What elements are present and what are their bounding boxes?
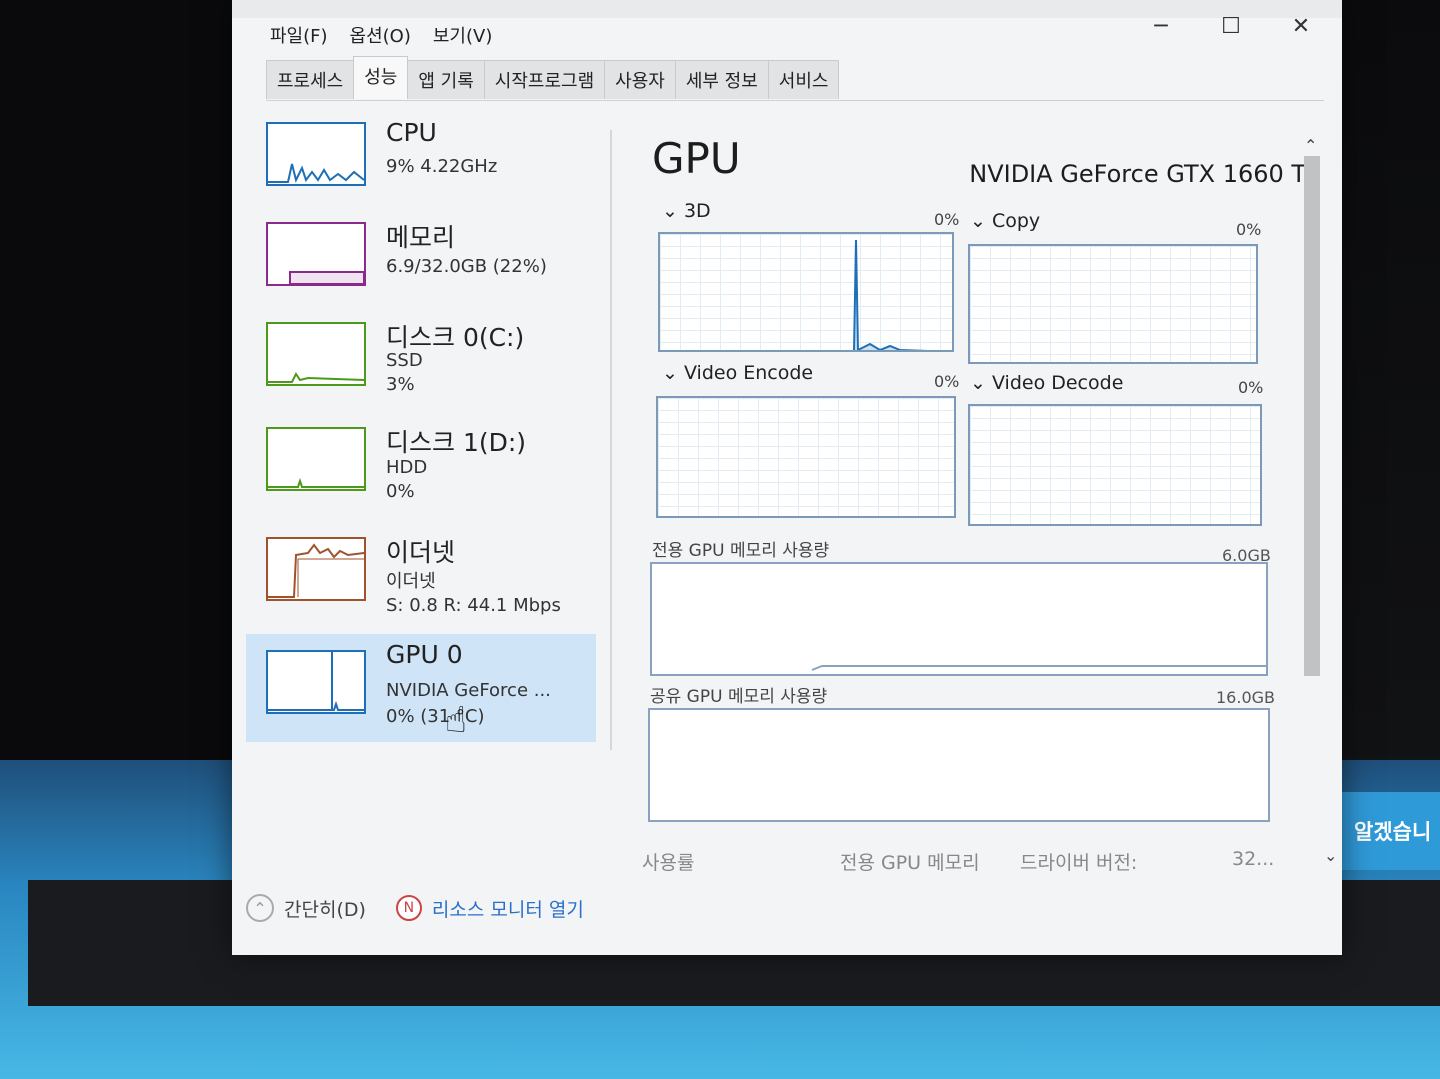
sidebar-detail: 6.9/32.0GB (22%) xyxy=(386,256,547,277)
engine-label: 3D xyxy=(683,200,711,222)
cpu-thumbnail xyxy=(266,122,366,186)
minimize-button[interactable]: ─ xyxy=(1148,14,1174,39)
sidebar-title: CPU xyxy=(386,118,437,147)
graph-video-decode xyxy=(968,404,1262,526)
sidebar-title: GPU 0 xyxy=(386,640,463,669)
gpu-thumbnail xyxy=(266,650,366,714)
sidebar-title: 디스크 1(D:) xyxy=(386,428,527,457)
engine-label: Copy xyxy=(991,210,1041,232)
menu-view[interactable]: 보기(V) xyxy=(433,22,492,48)
tab-app-history[interactable]: 앱 기록 xyxy=(407,60,485,99)
tab-details[interactable]: 세부 정보 xyxy=(674,60,769,99)
engine-dropdown-video-decode[interactable]: ⌄ Video Decode xyxy=(970,372,1123,394)
memory-thumbnail xyxy=(266,222,366,286)
shared-memory-graph xyxy=(648,708,1270,822)
sidebar-detail: NVIDIA GeForce ... xyxy=(386,680,551,701)
window-controls: ─ ☐ ✕ xyxy=(1148,14,1314,39)
disk-d-thumbnail xyxy=(266,427,366,491)
scroll-up-icon[interactable]: ⌃ xyxy=(1304,136,1317,155)
gpu-model-name: NVIDIA GeForce GTX 1660 Ti xyxy=(969,160,1312,188)
dedicated-memory-graph xyxy=(650,562,1268,676)
maximize-button[interactable]: ☐ xyxy=(1218,14,1244,39)
engine-pct: 0% xyxy=(934,372,960,391)
close-button[interactable]: ✕ xyxy=(1288,14,1314,39)
shared-memory-label: 공유 GPU 메모리 사용량 xyxy=(650,687,828,707)
tab-processes[interactable]: 프로세스 xyxy=(266,60,355,99)
sidebar-detail: S: 0.8 R: 44.1 Mbps xyxy=(386,595,561,616)
engine-label: Video Encode xyxy=(683,362,814,384)
gpu-detail-panel: GPU NVIDIA GeForce GTX 1660 Ti ⌄ 3D 0% ⌄… xyxy=(632,120,1312,900)
menu-bar: 파일(F) 옵션(O) 보기(V) xyxy=(270,22,492,48)
sidebar-title: 이더넷 xyxy=(386,538,456,567)
engine-dropdown-copy[interactable]: ⌄ Copy xyxy=(970,210,1040,232)
sidebar-detail: 0% xyxy=(386,481,415,502)
tab-underline xyxy=(266,100,1324,101)
menu-file[interactable]: 파일(F) xyxy=(270,22,328,48)
tab-strip: 프로세스 성능 앱 기록 시작프로그램 사용자 세부 정보 서비스 xyxy=(266,56,840,99)
tab-performance[interactable]: 성능 xyxy=(353,56,409,99)
sidebar-item-disk-d[interactable]: 디스크 1(D:) HDD 0% xyxy=(246,417,596,517)
stat-driver-value: 32... xyxy=(1232,848,1275,870)
performance-sidebar: CPU 9% 4.22GHz 메모리 6.9/32.0GB (22%) 디스크 … xyxy=(246,112,606,762)
dedicated-memory-label: 전용 GPU 메모리 사용량 xyxy=(652,541,830,561)
menu-options[interactable]: 옵션(O) xyxy=(350,22,411,48)
sidebar-item-disk-c[interactable]: 디스크 0(C:) SSD 3% xyxy=(246,312,596,412)
graph-video-encode xyxy=(656,396,956,518)
engine-pct: 0% xyxy=(1236,220,1262,239)
resource-monitor-link[interactable]: 리소스 모니터 열기 xyxy=(432,895,584,922)
scrollbar[interactable]: ⌃ ⌄ xyxy=(1300,130,1337,870)
sidebar-detail: 9% 4.22GHz xyxy=(386,156,498,177)
tab-users[interactable]: 사용자 xyxy=(604,60,676,99)
ethernet-thumbnail xyxy=(266,537,366,601)
sidebar-title: 디스크 0(C:) xyxy=(386,323,525,352)
tab-services[interactable]: 서비스 xyxy=(767,60,840,99)
graph-copy xyxy=(968,244,1258,364)
disk-c-thumbnail xyxy=(266,322,366,386)
sidebar-title: 메모리 xyxy=(386,223,456,252)
sidebar-detail: 이더넷 xyxy=(386,571,436,592)
engine-dropdown-video-encode[interactable]: ⌄ Video Encode xyxy=(662,362,813,384)
engine-pct: 0% xyxy=(1238,378,1264,397)
chevron-up-icon[interactable]: ⌃ xyxy=(246,894,274,922)
sidebar-item-ethernet[interactable]: 이더넷 이더넷 S: 0.8 R: 44.1 Mbps xyxy=(246,527,596,627)
fewer-details-link[interactable]: 간단히(D) xyxy=(284,895,366,922)
sidebar-divider xyxy=(610,130,612,750)
resource-monitor-icon[interactable]: N xyxy=(395,895,422,921)
engine-label: Video Decode xyxy=(991,372,1124,394)
sidebar-detail: 3% xyxy=(386,374,415,395)
stat-driver-label: 드라이버 버전: xyxy=(1020,852,1138,874)
sidebar-detail: 0% (31 °C) xyxy=(386,706,485,727)
footer: ⌃ 간단히(D) N 리소스 모니터 열기 xyxy=(246,894,584,922)
task-manager-window: 파일(F) 옵션(O) 보기(V) ─ ☐ ✕ 프로세스 성능 앱 기록 시작프… xyxy=(232,0,1342,955)
engine-pct: 0% xyxy=(934,210,960,229)
scroll-down-icon[interactable]: ⌄ xyxy=(1324,846,1337,865)
shared-memory-capacity: 16.0GB xyxy=(1216,688,1275,707)
tab-startup[interactable]: 시작프로그램 xyxy=(483,60,606,99)
engine-dropdown-3d[interactable]: ⌄ 3D xyxy=(662,200,711,222)
stat-usage-label: 사용률 xyxy=(642,852,695,874)
confirm-button[interactable]: 알겠습니 xyxy=(1340,792,1440,870)
sidebar-detail: HDD xyxy=(386,457,428,478)
sidebar-item-cpu[interactable]: CPU 9% 4.22GHz xyxy=(246,112,596,212)
gpu-heading: GPU xyxy=(652,134,741,183)
hand-cursor-icon: ☝ xyxy=(445,700,467,741)
sidebar-item-memory[interactable]: 메모리 6.9/32.0GB (22%) xyxy=(246,212,596,312)
scroll-thumb[interactable] xyxy=(1304,156,1320,676)
sidebar-item-gpu[interactable]: GPU 0 NVIDIA GeForce ... 0% (31 °C) xyxy=(246,634,596,742)
graph-3d xyxy=(658,232,954,352)
sidebar-detail: SSD xyxy=(386,350,423,371)
stat-dedicated-label: 전용 GPU 메모리 xyxy=(840,852,980,874)
